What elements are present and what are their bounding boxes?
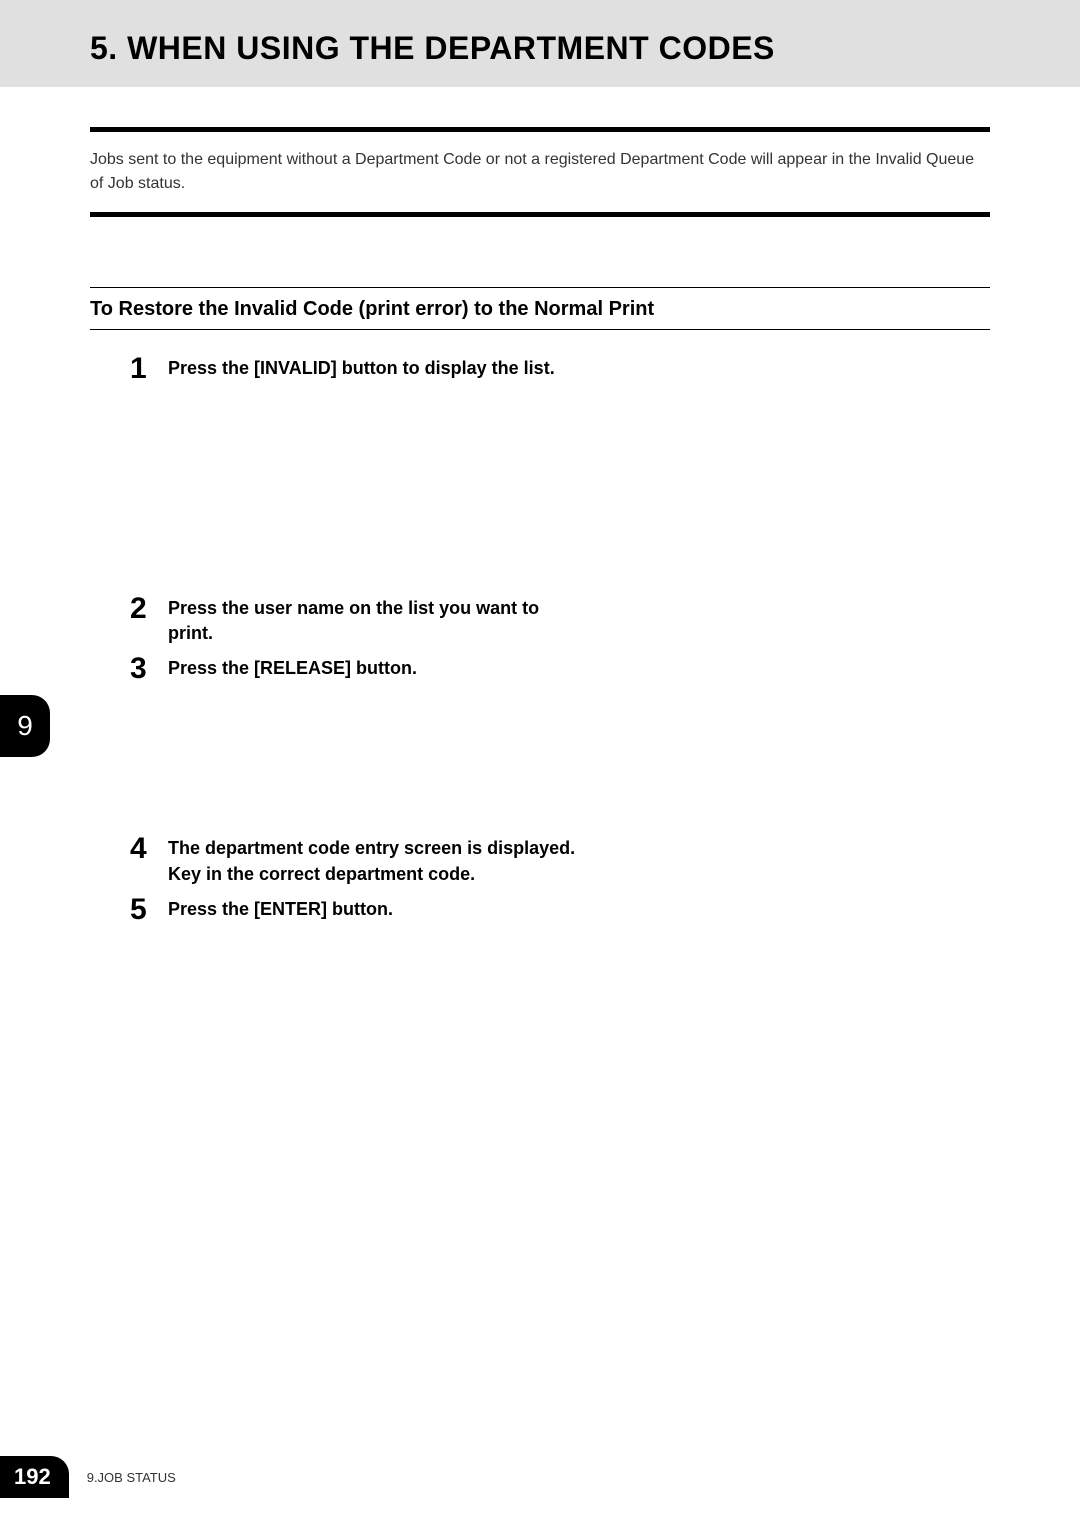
step-text: The department code entry screen is disp… (168, 834, 588, 886)
step-item: 4 The department code entry screen is di… (130, 834, 990, 886)
chapter-tab: 9 (0, 695, 50, 757)
page-title: 5. WHEN USING THE DEPARTMENT CODES (90, 30, 1080, 67)
section-rule-bottom (90, 329, 990, 330)
step-text: Press the user name on the list you want… (168, 594, 588, 646)
header-band: 5. WHEN USING THE DEPARTMENT CODES (0, 0, 1080, 87)
step-number: 3 (130, 654, 168, 684)
footer: 192 9.JOB STATUS (0, 1456, 176, 1498)
section-heading: To Restore the Invalid Code (print error… (90, 288, 990, 329)
steps-list: 1 Press the [INVALID] button to display … (90, 354, 990, 925)
step-number: 2 (130, 594, 168, 624)
content-area: Jobs sent to the equipment without a Dep… (0, 127, 1080, 925)
intro-text: Jobs sent to the equipment without a Dep… (90, 132, 990, 212)
step-text: Press the [INVALID] button to display th… (168, 354, 555, 381)
intro-block: Jobs sent to the equipment without a Dep… (90, 127, 990, 217)
step-number: 5 (130, 895, 168, 925)
step-text: Press the [ENTER] button. (168, 895, 393, 922)
step-item: 5 Press the [ENTER] button. (130, 895, 990, 925)
step-item: 1 Press the [INVALID] button to display … (130, 354, 990, 384)
footer-label: 9.JOB STATUS (87, 1470, 176, 1485)
step-item: 2 Press the user name on the list you wa… (130, 594, 990, 646)
step-number: 4 (130, 834, 168, 864)
step-text: Press the [RELEASE] button. (168, 654, 417, 681)
page-number-badge: 192 (0, 1456, 69, 1498)
chapter-number: 9 (17, 710, 33, 742)
rule-bottom (90, 212, 990, 217)
section-heading-wrap: To Restore the Invalid Code (print error… (90, 287, 990, 330)
step-item: 3 Press the [RELEASE] button. (130, 654, 990, 684)
step-number: 1 (130, 354, 168, 384)
